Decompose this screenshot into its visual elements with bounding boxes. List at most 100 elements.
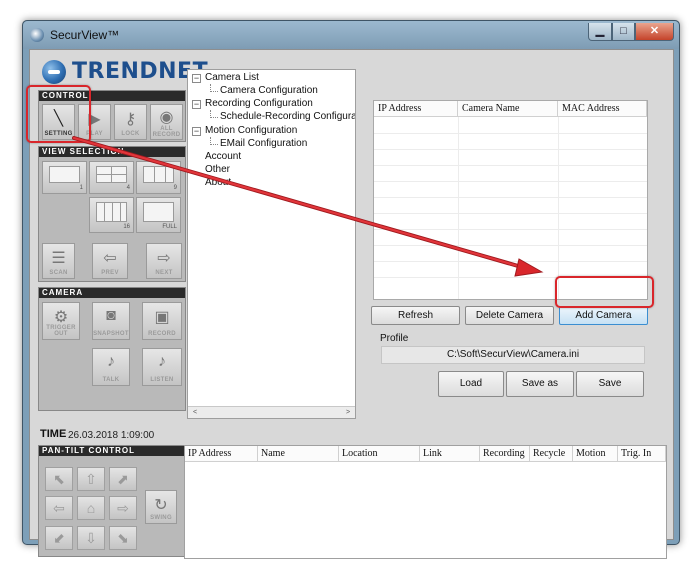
tree-expander-camera-list[interactable]: − xyxy=(192,74,201,83)
column-mac-address[interactable]: MAC Address xyxy=(558,101,647,117)
swing-button[interactable]: ↻ SWING xyxy=(145,490,177,524)
sixteen-view-icon xyxy=(96,202,127,222)
pan-home-button[interactable]: ⌂ xyxy=(77,496,105,520)
status-column-ip-address[interactable]: IP Address xyxy=(185,446,258,462)
scroll-left-icon[interactable]: < xyxy=(189,408,201,418)
listen-label: LISTEN xyxy=(150,377,174,383)
tree-item-other[interactable]: Other xyxy=(205,164,230,175)
tree-item-recording-configuration[interactable]: Recording Configuration xyxy=(205,98,313,109)
time-value: 26.03.2018 1:09:00 xyxy=(68,430,155,441)
tree-connector xyxy=(210,110,218,118)
title-bar[interactable]: SecurView™ ▁ □ ✕ xyxy=(23,21,679,49)
profile-path-field[interactable]: C:\Soft\SecurView\Camera.ini xyxy=(381,346,645,364)
all-record-button[interactable]: ◉ ALL RECORD xyxy=(150,104,183,140)
scroll-right-icon[interactable]: > xyxy=(342,408,354,418)
pan-left-button[interactable]: ⇦ xyxy=(45,496,73,520)
next-button[interactable]: ⇨ NEXT xyxy=(146,243,182,279)
pan-down-left-button[interactable]: ⬋ xyxy=(45,526,73,550)
row-divider xyxy=(374,149,647,150)
listen-icon: ♪ xyxy=(158,353,166,370)
talk-button[interactable]: ♪ TALK xyxy=(92,348,130,386)
next-label: NEXT xyxy=(155,270,173,276)
status-column-recycle[interactable]: Recycle xyxy=(530,446,573,462)
scan-button[interactable]: ☰ SCAN xyxy=(42,243,75,279)
record-label: RECORD xyxy=(148,331,176,337)
close-button[interactable]: ✕ xyxy=(635,23,674,41)
tree-item-email-configuration[interactable]: EMail Configuration xyxy=(220,138,307,149)
pan-up-button[interactable]: ⇧ xyxy=(77,467,105,491)
tree-item-account[interactable]: Account xyxy=(205,151,241,162)
pan-up-left-button[interactable]: ⬉ xyxy=(45,467,73,491)
tree-item-motion-configuration[interactable]: Motion Configuration xyxy=(205,125,297,136)
camera-list-table[interactable]: IP Address Camera Name MAC Address xyxy=(373,100,648,300)
lock-button[interactable]: ⚷ LOCK xyxy=(114,104,147,140)
talk-label: TALK xyxy=(102,377,120,383)
quad-view-icon xyxy=(96,166,127,183)
view-16-label: 16 xyxy=(123,224,130,230)
save-button[interactable]: Save xyxy=(576,371,644,397)
settings-tree[interactable]: − Camera List Camera Configuration − Rec… xyxy=(187,69,356,419)
pan-down-right-button[interactable]: ⬊ xyxy=(109,526,137,550)
camera-panel: CAMERA ⚙ TRIGGER OUT ◙ SNAPSHOT ▣ RECORD… xyxy=(38,287,186,411)
view-9-label: 9 xyxy=(173,185,177,191)
status-column-location[interactable]: Location xyxy=(339,446,420,462)
swing-icon: ↻ xyxy=(154,497,168,514)
arrow-right-icon: ⇨ xyxy=(117,500,129,516)
full-view-icon xyxy=(143,202,174,222)
tree-item-camera-configuration[interactable]: Camera Configuration xyxy=(220,85,318,96)
record-button[interactable]: ▣ RECORD xyxy=(142,302,182,340)
talk-icon: ♪ xyxy=(107,353,115,370)
arrow-up-right-icon: ⬈ xyxy=(117,471,129,487)
prev-button[interactable]: ⇦ PREV xyxy=(92,243,128,279)
time-label: TIME xyxy=(40,428,67,440)
view-full-button[interactable]: FULL xyxy=(136,197,181,233)
tree-item-about[interactable]: About xyxy=(205,177,231,188)
camera-status-table[interactable]: IP Address Name Location Link Recording … xyxy=(184,445,667,559)
snapshot-button[interactable]: ◙ SNAPSHOT xyxy=(92,302,130,340)
row-divider xyxy=(374,181,647,182)
maximize-button[interactable]: □ xyxy=(612,23,635,41)
listen-button[interactable]: ♪ LISTEN xyxy=(142,348,182,386)
tree-item-camera-list[interactable]: Camera List xyxy=(205,72,259,83)
column-ip-address[interactable]: IP Address xyxy=(374,101,458,117)
pan-right-button[interactable]: ⇨ xyxy=(109,496,137,520)
view-4-button[interactable]: 4 xyxy=(89,161,134,194)
scan-icon: ☰ xyxy=(51,250,66,267)
arrow-left-icon: ⇦ xyxy=(53,500,65,516)
pan-down-button[interactable]: ⇩ xyxy=(77,526,105,550)
tree-item-schedule-recording[interactable]: Schedule-Recording Configuration xyxy=(220,111,355,122)
view-selection-panel: VIEW SELECTION 1 4 9 16 FULL ☰ SCAN ⇦ PR… xyxy=(38,146,186,282)
row-divider xyxy=(374,133,647,134)
pan-up-right-button[interactable]: ⬈ xyxy=(109,467,137,491)
status-column-name[interactable]: Name xyxy=(258,446,339,462)
arrow-down-icon: ⇩ xyxy=(85,530,97,546)
trigger-out-label: TRIGGER OUT xyxy=(46,325,76,337)
tree-expander-motion[interactable]: − xyxy=(192,127,201,136)
add-camera-button[interactable]: Add Camera xyxy=(559,306,648,325)
home-icon: ⌂ xyxy=(86,500,96,516)
status-column-recording[interactable]: Recording xyxy=(480,446,530,462)
refresh-button[interactable]: Refresh xyxy=(371,306,460,325)
delete-camera-button[interactable]: Delete Camera xyxy=(465,306,554,325)
column-camera-name[interactable]: Camera Name xyxy=(458,101,558,117)
view-9-button[interactable]: 9 xyxy=(136,161,181,194)
tree-expander-recording[interactable]: − xyxy=(192,100,201,109)
record-icon: ▣ xyxy=(154,309,170,326)
scan-label: SCAN xyxy=(49,270,68,276)
row-divider xyxy=(374,213,647,214)
status-column-link[interactable]: Link xyxy=(420,446,480,462)
view-1-button[interactable]: 1 xyxy=(42,161,87,194)
prev-arrow-icon: ⇦ xyxy=(103,250,117,267)
minimize-button[interactable]: ▁ xyxy=(588,23,612,41)
arrow-down-left-icon: ⬋ xyxy=(53,530,65,546)
pan-tilt-panel: PAN-TILT CONTROL ⬉ ⇧ ⬈ ⇦ ⌂ ⇨ ⬋ ⇩ ⬊ ↻ SWI… xyxy=(38,445,186,557)
trigger-out-button[interactable]: ⚙ TRIGGER OUT xyxy=(42,302,80,340)
save-as-button[interactable]: Save as xyxy=(506,371,574,397)
arrow-down-right-icon: ⬊ xyxy=(117,530,129,546)
view-4-label: 4 xyxy=(126,185,130,191)
tree-horizontal-scrollbar[interactable]: < > xyxy=(188,406,355,418)
status-column-trig-in[interactable]: Trig. In xyxy=(618,446,666,462)
view-16-button[interactable]: 16 xyxy=(89,197,134,233)
status-column-motion[interactable]: Motion xyxy=(573,446,618,462)
load-button[interactable]: Load xyxy=(438,371,504,397)
